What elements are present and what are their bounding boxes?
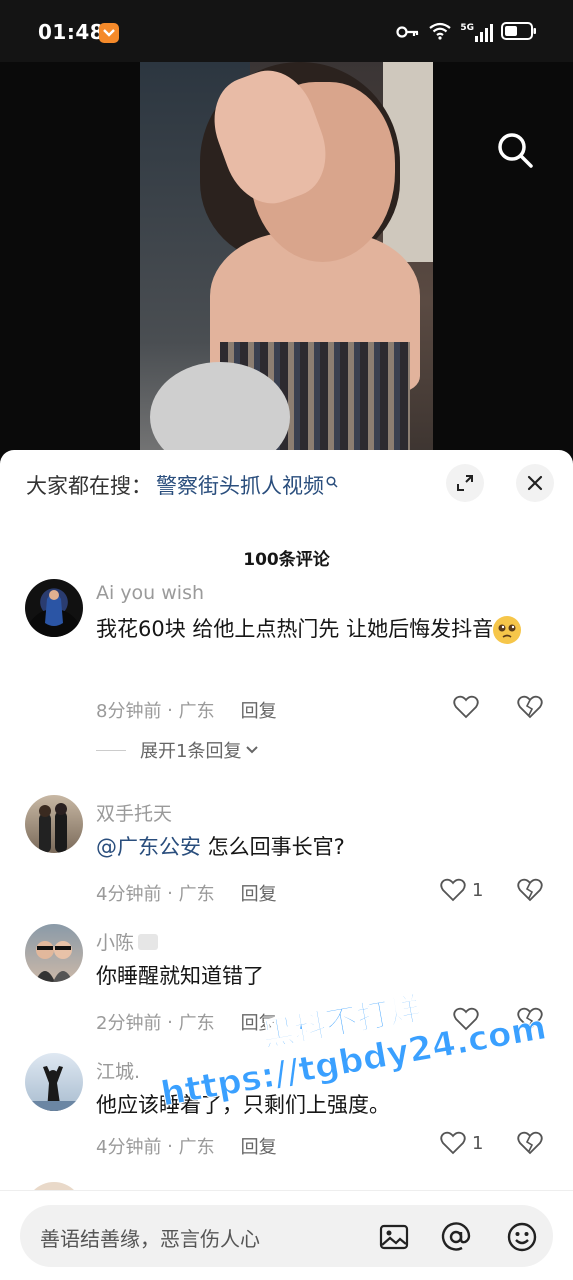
video-frame [140,62,433,462]
reply-button[interactable]: 回复 [241,697,277,723]
heart-icon [453,695,479,719]
dislike-button[interactable] [517,1007,543,1035]
expand-icon [457,475,473,491]
dislike-button[interactable] [517,695,543,723]
like-count: 1 [472,879,484,901]
image-icon[interactable] [378,1221,410,1253]
like-button[interactable]: 1 [440,878,483,902]
reply-button[interactable]: 回复 [241,880,277,906]
status-icons: 5G [396,20,537,46]
cloud-icon [138,933,159,950]
like-count: 1 [472,1132,484,1154]
expand-button[interactable] [446,464,484,502]
pleading-face-emoji [493,616,522,644]
battery-icon [501,22,537,44]
comment-username[interactable]: 江城. [96,1057,140,1084]
app-notification-icon [99,23,119,43]
small-search-icon [326,469,338,493]
avatar[interactable] [25,579,83,637]
emoji-icon[interactable] [506,1221,538,1253]
status-bar: 01:48 5G [0,0,573,62]
hot-search-bar[interactable]: 大家都在搜： 警察街头抓人视频 [26,470,338,500]
expand-replies-label: 展开1条回复 [140,741,242,762]
broken-heart-icon [517,695,543,719]
hot-search-prefix: 大家都在搜： [26,474,152,498]
wifi-icon [428,22,452,44]
username-text: 小陈 [96,932,135,954]
mention-link[interactable]: @广东公安 [96,835,201,859]
comment-meta: 8分钟前 · 广东 回复 [96,697,277,723]
status-time: 01:48 [38,20,105,44]
comment-count: 100条评论 [243,550,330,570]
input-placeholder: 善语结善缘，恶言伤人心 [40,1227,260,1251]
comment-time: 2分钟前 [96,1013,162,1034]
video-player[interactable] [0,62,573,462]
cellular-signal-icon: 5G [460,24,493,42]
comment-text: 他应该睡着了，只剩们上强度。 [96,1093,390,1117]
comment-input-bar: 善语结善缘，恶言伤人心 [0,1190,573,1280]
comment-username[interactable]: 双手托天 [96,799,172,826]
comment-body: 怎么回事长官? [201,835,345,859]
broken-heart-icon [517,1007,543,1031]
chevron-down-icon [246,746,259,754]
reply-button[interactable]: 回复 [241,1009,277,1035]
dislike-button[interactable] [517,1131,543,1159]
mention-icon[interactable] [440,1221,472,1253]
comment-text: 我花60块 给他上点热门先 让她后悔发抖音 [96,611,556,647]
network-type-label: 5G [460,23,474,33]
comment-input[interactable]: 善语结善缘，恶言伤人心 [20,1205,553,1267]
reply-button[interactable]: 回复 [241,1133,277,1159]
comment-time: 8分钟前 [96,701,162,722]
comment-meta: 4分钟前 · 广东 回复 [96,1133,277,1159]
comment-location: 广东 [178,1013,215,1034]
close-icon [527,475,543,491]
like-button[interactable] [453,695,485,719]
comment-time: 4分钟前 [96,884,162,905]
avatar[interactable] [25,1053,83,1111]
dislike-button[interactable] [517,878,543,906]
hot-search-term[interactable]: 警察街头抓人视频 [156,470,324,500]
avatar[interactable] [25,795,83,853]
expand-replies-button[interactable]: 展开1条回复 [96,737,259,763]
close-button[interactable] [516,464,554,502]
broken-heart-icon [517,1131,543,1155]
comment-text: 你睡醒就知道错了 [96,964,264,988]
comment-username[interactable]: 小陈 [96,928,159,955]
heart-icon [440,878,466,902]
search-icon[interactable] [495,130,535,170]
comment-username[interactable]: Ai you wish [96,582,204,604]
broken-heart-icon [517,878,543,902]
comments-sheet: 大家都在搜： 警察街头抓人视频 100条评论 Ai you wish 我花60块… [0,450,573,1280]
comment-text: @广东公安 怎么回事长官? [96,829,556,865]
heart-icon [453,1007,479,1031]
comment-location: 广东 [178,884,215,905]
like-button[interactable] [453,1007,485,1031]
avatar[interactable] [25,924,83,982]
like-button[interactable]: 1 [440,1131,483,1155]
comment-meta: 4分钟前 · 广东 回复 [96,880,277,906]
comment-time: 4分钟前 [96,1137,162,1158]
heart-icon [440,1131,466,1155]
comment-body: 我花60块 给他上点热门先 让她后悔发抖音 [96,617,494,641]
key-icon [396,24,420,43]
comment-location: 广东 [178,1137,215,1158]
comment-location: 广东 [178,701,215,722]
comment-meta: 2分钟前 · 广东 回复 [96,1009,277,1035]
